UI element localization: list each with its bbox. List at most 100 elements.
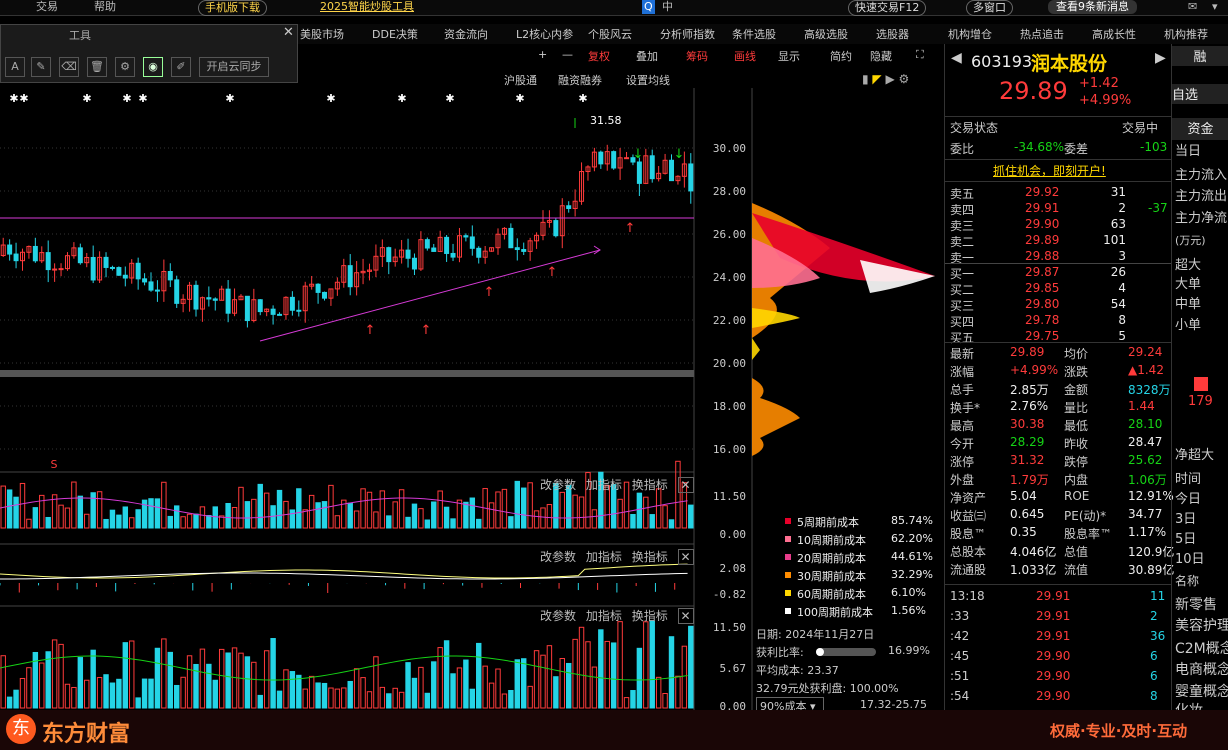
menu-condition-select[interactable]: 条件选股 bbox=[732, 26, 776, 42]
menu-institution-recommend[interactable]: 机构推荐 bbox=[1164, 26, 1208, 42]
stat-label: 涨幅 bbox=[950, 365, 975, 379]
next-stock-icon[interactable]: ▶ bbox=[1155, 50, 1166, 66]
multi-window-button[interactable]: 多窗口 bbox=[966, 0, 1013, 16]
text-tool-icon[interactable]: A bbox=[5, 57, 25, 77]
switch-indicator-button[interactable]: 换指标 bbox=[632, 609, 668, 623]
prev-stock-icon[interactable]: ◀ bbox=[951, 50, 962, 66]
rights-adjust-button[interactable]: 复权 bbox=[588, 48, 610, 64]
change-params-button[interactable]: 改参数 bbox=[540, 550, 576, 564]
menu-l2[interactable]: L2核心内参 bbox=[516, 26, 573, 42]
menu-trade[interactable]: 交易 bbox=[36, 0, 58, 14]
menu-selector[interactable]: 选股器 bbox=[876, 26, 909, 42]
mail-icon[interactable]: ✉ bbox=[1188, 0, 1197, 14]
level-price: 29.90 bbox=[1025, 217, 1060, 231]
volume-bar bbox=[135, 697, 141, 709]
candle-body bbox=[109, 266, 115, 269]
gear-icon[interactable]: ⚙ bbox=[115, 57, 135, 77]
stat-row: 总手 2.85万 金额 8328万 bbox=[950, 380, 1171, 398]
concept-c2m[interactable]: C2M概念 bbox=[1175, 638, 1228, 658]
close-icon[interactable]: ✕ bbox=[677, 477, 694, 493]
volume-bar bbox=[610, 642, 617, 709]
menu-high-growth[interactable]: 高成长性 bbox=[1092, 26, 1136, 42]
pen-icon[interactable]: ✎ bbox=[31, 57, 51, 77]
tab-today[interactable]: 当日 bbox=[1175, 140, 1201, 159]
volume-bar bbox=[559, 491, 565, 529]
menu-institution-increase[interactable]: 机构增仓 bbox=[948, 26, 992, 42]
chips-button[interactable]: 筹码 bbox=[686, 48, 708, 64]
buy-signal-icon: ↑ bbox=[484, 285, 495, 300]
eye-icon[interactable]: ◉ bbox=[143, 57, 163, 77]
menu-advanced-select[interactable]: 高级选股 bbox=[804, 26, 848, 42]
period-today[interactable]: 今日 bbox=[1175, 488, 1201, 507]
simple-button[interactable]: 简约 bbox=[830, 48, 852, 64]
change-params-button[interactable]: 改参数 bbox=[540, 609, 576, 623]
menu-dde[interactable]: DDE决策 bbox=[372, 26, 418, 42]
stat-value: 1.44 bbox=[1128, 399, 1155, 413]
trash-icon[interactable]: 🗑 bbox=[87, 57, 107, 77]
margin-link[interactable]: 融资融券 bbox=[558, 72, 602, 88]
close-icon[interactable]: ✕ bbox=[677, 549, 694, 565]
q-icon[interactable]: Q bbox=[642, 0, 655, 14]
draw-line-button[interactable]: 画线 bbox=[734, 48, 756, 64]
concept-beauty[interactable]: 美容护理 bbox=[1175, 615, 1228, 635]
menu-stock-news[interactable]: 个股风云 bbox=[588, 26, 632, 42]
add-indicator-button[interactable]: 加指标 bbox=[586, 478, 622, 492]
stat-row: 最高 30.38 最低 28.10 bbox=[950, 416, 1168, 434]
hide-button[interactable]: 隐藏 bbox=[870, 48, 892, 64]
profit-ratio-slider[interactable] bbox=[816, 648, 876, 656]
lang-toggle[interactable]: 中 bbox=[662, 0, 673, 14]
set-ma-link[interactable]: 设置均线 bbox=[626, 72, 670, 88]
volume-bar bbox=[122, 506, 129, 529]
menu-hotspot[interactable]: 热点追击 bbox=[1020, 26, 1064, 42]
volume-bar bbox=[347, 680, 353, 709]
zoom-out-button[interactable]: — bbox=[562, 48, 573, 61]
stat-value: 120.9亿 bbox=[1128, 545, 1175, 559]
menu-help[interactable]: 帮助 bbox=[94, 0, 116, 14]
level-volume: 8 bbox=[1118, 313, 1126, 327]
period-5d[interactable]: 5日 bbox=[1175, 528, 1196, 547]
hk-connect-link[interactable]: 沪股通 bbox=[504, 72, 537, 88]
fullscreen-icon[interactable]: ⛶ bbox=[916, 48, 924, 62]
volume-bar bbox=[302, 509, 308, 529]
edit-icon[interactable]: ✐ bbox=[171, 57, 191, 77]
switch-indicator-button[interactable]: 换指标 bbox=[632, 550, 668, 564]
volume-bar bbox=[572, 494, 578, 529]
promo-link[interactable]: 2025智能炒股工具 bbox=[320, 0, 414, 14]
concept-new-retail[interactable]: 新零售 bbox=[1175, 594, 1217, 614]
cloud-sync-button[interactable]: 开启云同步 bbox=[199, 57, 269, 77]
dropdown-icon[interactable]: ▾ bbox=[1212, 0, 1218, 14]
close-icon[interactable]: ✕ bbox=[283, 25, 294, 40]
tab-capital[interactable]: 资金 bbox=[1172, 118, 1228, 140]
change-params-button[interactable]: 改参数 bbox=[540, 478, 576, 492]
net-super-large-label: 净超大 bbox=[1175, 448, 1215, 463]
menu-capital-flow[interactable]: 资金流向 bbox=[444, 26, 488, 42]
overlay-button[interactable]: 叠加 bbox=[636, 48, 658, 64]
add-indicator-button[interactable]: 加指标 bbox=[586, 550, 622, 564]
add-watchlist-button[interactable]: 自选 bbox=[1172, 84, 1228, 104]
volume-bar bbox=[392, 501, 398, 529]
mobile-download-button[interactable]: 手机版下载 bbox=[198, 0, 267, 16]
zoom-in-button[interactable]: + bbox=[538, 48, 547, 61]
legend-label: 100周期前成本 bbox=[797, 606, 873, 619]
candle-body bbox=[13, 253, 19, 262]
display-button[interactable]: 显示 bbox=[778, 48, 800, 64]
period-10d[interactable]: 10日 bbox=[1175, 548, 1205, 567]
menu-analyst[interactable]: 分析师指数 bbox=[660, 26, 715, 42]
volume-bar bbox=[476, 642, 482, 709]
buy-tab-button[interactable]: 融 bbox=[1172, 46, 1228, 66]
quick-trade-button[interactable]: 快速交易F12 bbox=[848, 0, 927, 16]
close-icon[interactable]: ✕ bbox=[677, 608, 694, 624]
concept-baby[interactable]: 婴童概念 bbox=[1175, 681, 1228, 701]
volume-bar bbox=[617, 621, 623, 709]
open-account-link[interactable]: 抓住机会，即刻开户! bbox=[993, 162, 1106, 179]
menu-us-market[interactable]: 美股市场 bbox=[300, 26, 344, 42]
volume-bar bbox=[19, 482, 26, 529]
add-indicator-button[interactable]: 加指标 bbox=[586, 609, 622, 623]
messages-button[interactable]: 查看9条新消息 bbox=[1048, 0, 1137, 14]
concept-ecommerce[interactable]: 电商概念 bbox=[1175, 659, 1228, 679]
period-3d[interactable]: 3日 bbox=[1175, 508, 1196, 527]
eraser-icon[interactable]: ⌫ bbox=[59, 57, 79, 77]
volume-bar bbox=[636, 647, 643, 709]
switch-indicator-button[interactable]: 换指标 bbox=[632, 478, 668, 492]
chip-tools-icons[interactable]: ▮ ◤ ▶ ⚙ bbox=[862, 72, 909, 86]
